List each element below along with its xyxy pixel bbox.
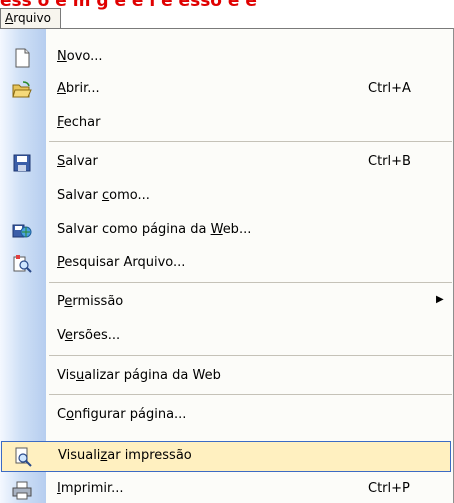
menu-item-salvar[interactable]: Salvar Ctrl+B — [0, 147, 452, 178]
menu-item-abrir[interactable]: Abrir... Ctrl+A — [0, 74, 452, 105]
menu-item-visualizar-impressao[interactable]: Visualizar impressão — [1, 441, 451, 472]
menu-item-versoes[interactable]: Versões... — [0, 321, 452, 352]
save-as-web-icon — [12, 224, 32, 238]
print-preview-icon — [15, 447, 32, 467]
new-document-icon — [15, 48, 30, 68]
menu-item-label: Novo... — [57, 49, 103, 64]
menu-item-label: Permissão — [57, 294, 124, 309]
menu-separator — [49, 355, 452, 356]
menu-item-label: Visualizar página da Web — [57, 368, 221, 383]
menu-item-label: Imprimir... — [57, 481, 124, 496]
menu-item-pesquisar[interactable]: Pesquisar Arquivo... — [0, 248, 452, 279]
menu-arquivo-tab[interactable]: Arquivo — [0, 8, 61, 28]
menu-item-label: Visualizar impressão — [58, 448, 192, 463]
save-disk-icon — [13, 154, 31, 172]
menu-item-imprimir[interactable]: Imprimir... Ctrl+P — [0, 474, 452, 503]
menu-item-visualizar-web[interactable]: Visualizar página da Web — [0, 361, 452, 392]
menu-item-permissao[interactable]: Permissão ▶ — [0, 287, 452, 318]
open-folder-icon — [12, 81, 32, 98]
menu-title: Arquivo — [5, 11, 51, 25]
menu-item-shortcut: Ctrl+A — [368, 81, 411, 96]
menu-item-label: Salvar como... — [57, 188, 150, 203]
printer-icon — [12, 481, 32, 500]
menu-item-novo[interactable]: Novo... — [0, 42, 452, 73]
menu-separator — [49, 141, 452, 142]
menu-item-shortcut: Ctrl+B — [368, 154, 411, 169]
menu-item-fechar[interactable]: Fechar — [0, 108, 452, 139]
menu-separator — [49, 282, 452, 283]
menu-item-shortcut: Ctrl+P — [368, 481, 410, 496]
menu-item-label: Fechar — [57, 115, 101, 130]
menu-item-label: Abrir... — [57, 81, 100, 96]
menu-item-label: Pesquisar Arquivo... — [57, 255, 186, 270]
menu-item-label: Salvar — [57, 154, 98, 169]
top-banner-text: ess o e m g e e i e esso e e — [0, 0, 257, 11]
submenu-arrow-icon: ▶ — [436, 294, 444, 305]
menu-item-label: Configurar página... — [57, 407, 187, 422]
menu-item-label: Salvar como página da Web... — [57, 222, 252, 237]
search-file-icon — [13, 255, 32, 273]
menu-item-configurar-pagina[interactable]: Configurar página... — [0, 400, 452, 431]
menu-separator — [49, 394, 452, 395]
menu-item-salvar-como-web[interactable]: Salvar como página da Web... — [0, 215, 452, 246]
menu-item-label: Versões... — [57, 328, 121, 343]
menu-item-salvar-como[interactable]: Salvar como... — [0, 181, 452, 212]
file-dropdown-menu: Novo... Abrir... Ctrl+A Fechar Salvar Ct… — [0, 28, 454, 503]
